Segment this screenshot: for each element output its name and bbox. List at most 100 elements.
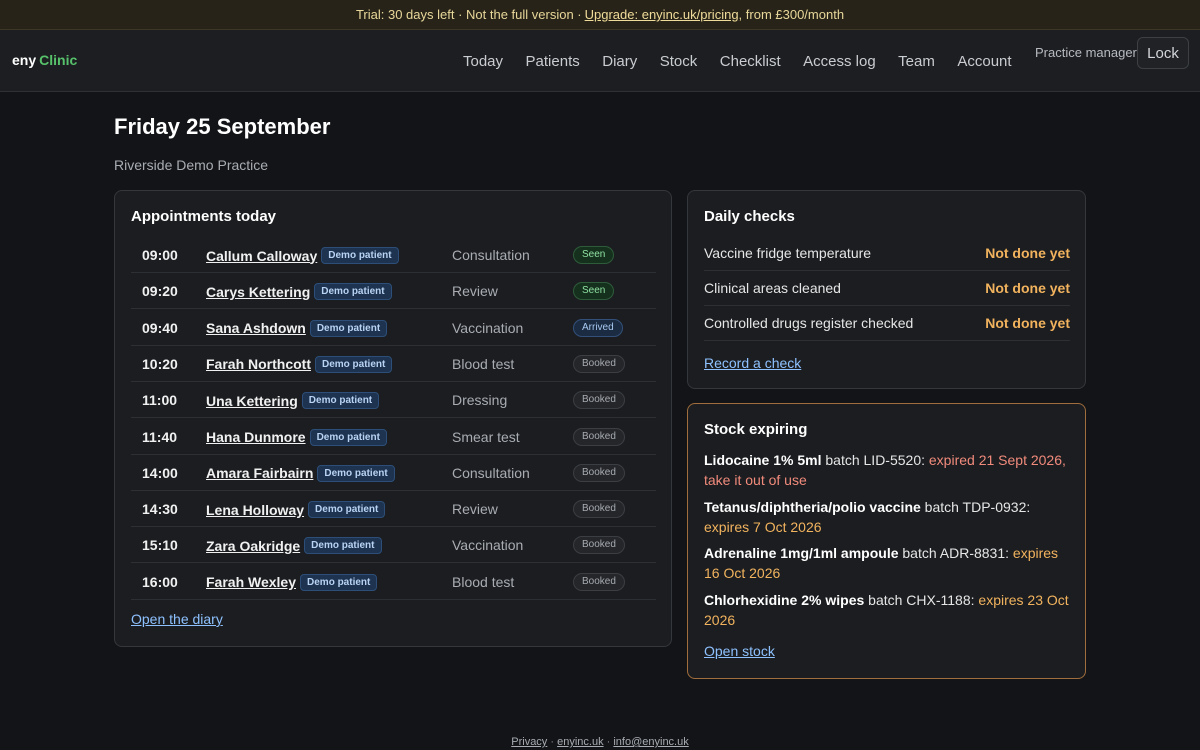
check-status: Not done yet	[985, 245, 1070, 261]
stock-item: Lidocaine 1% 5ml batch LID-5520: expired…	[704, 450, 1074, 490]
appointment-time: 15:10	[142, 537, 178, 554]
trial-text: Trial: 30 days left · Not the full versi…	[355, 7, 582, 22]
appointment-status-badge: Booked	[573, 463, 625, 482]
appointment-type: Vaccination	[452, 319, 524, 336]
appointment-time: 11:40	[142, 428, 178, 445]
demo-patient-badge: Demo patient	[308, 501, 386, 519]
footer-email-link[interactable]: info@enyinc.uk	[613, 736, 688, 748]
demo-patient-badge: Demo patient	[300, 573, 378, 591]
appointment-status-badge: Booked	[573, 572, 625, 591]
patient-name-link[interactable]: Zara Oakridge	[206, 538, 300, 554]
stock-item-name: Adrenaline 1mg/1ml ampoule	[704, 545, 899, 561]
appointment-status-badge: Seen	[573, 246, 615, 264]
nav-today[interactable]: Today	[463, 53, 503, 70]
nav-patients[interactable]: Patients	[526, 53, 580, 70]
patient-name-link[interactable]: Sana Ashdown	[206, 320, 306, 336]
appointment-row[interactable]: 14:00 Amara Fairbairn Demo patient Consulta…	[131, 455, 656, 491]
patient-name-link[interactable]: Carys Kettering	[206, 284, 310, 300]
appointment-patient: Amara Fairbairn Demo patient	[206, 464, 395, 482]
check-row: Clinical areas cleaned Not done yet	[704, 271, 1070, 306]
appointment-patient: Callum Calloway Demo patient	[206, 247, 399, 264]
brand-logo[interactable]: eny Clinic	[12, 52, 77, 68]
appointment-type: Blood test	[452, 355, 515, 372]
upgrade-link[interactable]: Upgrade: enyinc.uk/pricing	[585, 7, 739, 22]
appointment-time: 10:20	[142, 355, 178, 372]
demo-patient-badge: Demo patient	[309, 428, 387, 446]
appointment-time: 11:00	[142, 392, 178, 409]
demo-patient-badge: Demo patient	[321, 247, 399, 264]
appointment-row[interactable]: 14:30 Lena Holloway Demo patient Review Book…	[131, 491, 656, 528]
appointment-row[interactable]: 11:00 Una Kettering Demo patient Dressing Bo…	[131, 382, 656, 419]
check-status: Not done yet	[985, 280, 1070, 296]
record-check-link[interactable]: Record a check	[704, 355, 801, 371]
stock-item-batch: batch LID-5520:	[821, 452, 929, 468]
nav-access-log[interactable]: Access log	[803, 53, 876, 70]
footer: Privacy · enyinc.uk · info@enyinc.uk	[0, 736, 1200, 748]
patient-name-link[interactable]: Hana Dunmore	[206, 429, 306, 445]
appointment-row[interactable]: 09:40 Sana Ashdown Demo patient Vaccination…	[131, 310, 656, 346]
open-stock-link[interactable]: Open stock	[704, 643, 775, 659]
appointment-row[interactable]: 11:40 Hana Dunmore Demo patient Smear test B…	[131, 419, 656, 455]
stock-item: Chlorhexidine 2% wipes batch CHX-1188: e…	[704, 590, 1074, 630]
appointment-status-badge: Booked	[573, 427, 625, 446]
appointment-row[interactable]: 10:20 Farah Northcott Demo patient Blood te…	[131, 346, 656, 382]
appointment-patient: Hana Dunmore Demo patient	[206, 428, 387, 446]
page-title: Friday 25 September	[114, 114, 331, 139]
nav-stock[interactable]: Stock	[660, 53, 698, 70]
stock-item-name: Lidocaine 1% 5ml	[704, 452, 822, 468]
demo-patient-badge: Demo patient	[309, 319, 388, 337]
check-status: Not done yet	[985, 315, 1070, 331]
appointment-type: Dressing	[452, 392, 508, 409]
check-row: Controlled drugs register checked Not do…	[704, 306, 1070, 341]
appointment-status-badge: Arrived	[573, 318, 623, 337]
appointment-row[interactable]: 09:00 Callum Calloway Demo patient Consulta…	[131, 237, 656, 273]
demo-patient-badge: Demo patient	[317, 464, 395, 482]
patient-name-link[interactable]: Farah Northcott	[206, 356, 311, 372]
patient-name-link[interactable]: Lena Holloway	[206, 502, 304, 518]
trial-banner: Trial: 30 days left · Not the full versi…	[0, 0, 1200, 30]
nav-checklist[interactable]: Checklist	[720, 53, 781, 70]
stock-item-name: Tetanus/diphtheria/polio vaccine	[704, 499, 921, 515]
nav-team[interactable]: Team	[898, 53, 935, 70]
stock-item-expiry: expires 7 Oct 2026	[704, 519, 822, 535]
appointment-patient: Farah Wexley Demo patient	[206, 573, 378, 591]
lock-button[interactable]: Lock	[1137, 37, 1189, 69]
stock-item: Adrenaline 1mg/1ml ampoule batch ADR-883…	[704, 543, 1074, 583]
footer-site-link[interactable]: enyinc.uk	[557, 736, 603, 748]
appointment-row[interactable]: 15:10 Zara Oakridge Demo patient Vaccinatio…	[131, 527, 656, 564]
appointments-card: Appointments today 09:00 Callum Calloway D…	[114, 190, 672, 647]
practice-name: Riverside Demo Practice	[114, 157, 269, 173]
appointment-time: 14:00	[142, 464, 178, 481]
stock-expiring-card: Stock expiring Lidocaine 1% 5ml batch LI…	[687, 403, 1086, 679]
patient-name-link[interactable]: Callum Calloway	[206, 248, 317, 264]
footer-separator: ·	[547, 736, 558, 748]
appointment-patient: Lena Holloway Demo patient	[206, 501, 386, 519]
patient-name-link[interactable]: Una Kettering	[206, 393, 298, 409]
appointment-patient: Carys Kettering Demo patient	[206, 283, 392, 301]
appointment-type: Review	[452, 283, 498, 300]
open-diary-link[interactable]: Open the diary	[131, 611, 223, 627]
daily-checks-title: Daily checks	[704, 208, 795, 225]
stock-item: Tetanus/diphtheria/polio vaccine batch T…	[704, 497, 1074, 537]
stock-expiring-title: Stock expiring	[704, 421, 808, 438]
top-navigation-bar: eny Clinic Today Patients Diary Stock Che…	[0, 30, 1200, 92]
appointment-type: Review	[452, 501, 498, 518]
appointment-row[interactable]: 16:00 Farah Wexley Demo patient Blood test B…	[131, 564, 656, 600]
appointment-status-badge: Booked	[573, 354, 625, 373]
check-label: Clinical areas cleaned	[704, 280, 841, 296]
appointment-type: Vaccination	[452, 537, 524, 554]
check-label: Vaccine fridge temperature	[704, 245, 872, 261]
nav-diary[interactable]: Diary	[602, 53, 637, 70]
footer-separator: ·	[603, 736, 614, 748]
patient-name-link[interactable]: Farah Wexley	[206, 574, 296, 590]
trial-price: , from £300/month	[738, 7, 845, 22]
appointment-time: 09:40	[142, 319, 178, 336]
patient-name-link[interactable]: Amara Fairbairn	[206, 465, 313, 481]
nav-account[interactable]: Account	[957, 53, 1011, 70]
stock-item-batch: batch TDP-0932:	[920, 499, 1031, 515]
appointment-row[interactable]: 09:20 Carys Kettering Demo patient Review Se…	[131, 273, 656, 310]
footer-privacy-link[interactable]: Privacy	[511, 736, 547, 748]
user-role: Practice manager	[1035, 45, 1137, 60]
appointment-patient: Una Kettering Demo patient	[206, 392, 380, 410]
stock-item-batch: batch ADR-8831:	[898, 545, 1013, 561]
